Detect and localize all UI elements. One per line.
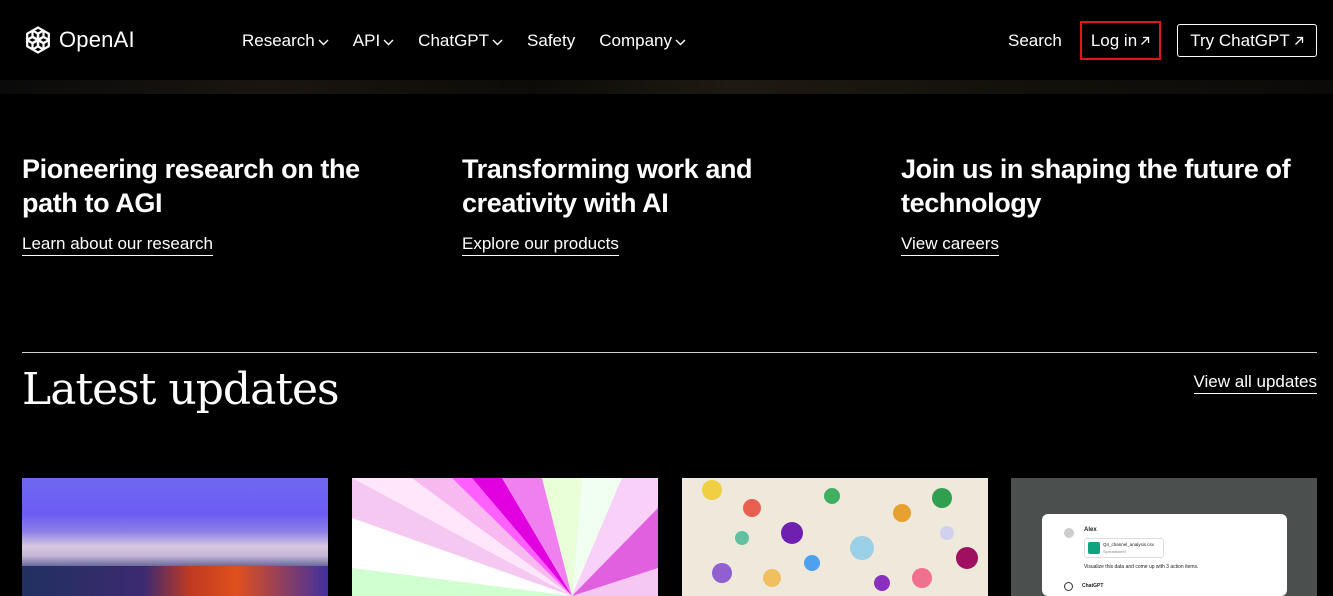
openai-logo[interactable]: OpenAI — [22, 24, 135, 56]
products-heading: Transforming work and creativity with AI — [462, 154, 753, 218]
hero-image-strip — [0, 80, 1333, 94]
nav-item-label: ChatGPT — [418, 31, 490, 50]
chevron-down-icon — [492, 39, 503, 45]
external-arrow-icon — [1141, 36, 1150, 45]
update-card-4[interactable]: Alex Q4_channel_analysis.csv Spreadsheet… — [1011, 478, 1317, 596]
nav-item-label: API — [352, 31, 381, 50]
paint-blobs-image — [682, 478, 988, 596]
file-type: Spreadsheet — [1103, 549, 1126, 554]
header: OpenAI Research API ChatGPT Safety Compa… — [0, 0, 1333, 82]
page: OpenAI Research API ChatGPT Safety Compa… — [0, 0, 1333, 596]
abstract-landscape-image — [22, 566, 328, 596]
chatgpt-screenshot-image: Alex Q4_channel_analysis.csv Spreadsheet… — [1042, 514, 1287, 596]
update-card-1[interactable] — [22, 478, 328, 596]
products-column: Transforming work and creativity with AI… — [462, 152, 862, 256]
try-chatgpt-button[interactable]: Try ChatGPT — [1177, 24, 1317, 57]
nav-item-company[interactable]: Company — [599, 28, 686, 54]
latest-updates-title: Latest updates — [22, 364, 340, 415]
search-link[interactable]: Search — [1008, 31, 1062, 51]
try-chatgpt-label: Try ChatGPT — [1190, 30, 1290, 50]
nav-item-label: Company — [599, 31, 672, 50]
chat-user-name: Alex — [1084, 527, 1097, 533]
chat-message: Visualize this data and come up with 3 a… — [1084, 564, 1199, 570]
main-nav: Research API ChatGPT Safety Company — [242, 28, 710, 54]
section-divider — [22, 352, 1317, 353]
spreadsheet-icon — [1088, 542, 1100, 554]
assistant-name: ChatGPT — [1082, 583, 1104, 589]
chatgpt-icon — [1064, 582, 1073, 591]
nav-item-research[interactable]: Research — [242, 28, 329, 54]
file-attachment: Q4_channel_analysis.csv Spreadsheet — [1084, 538, 1164, 558]
research-link[interactable]: Learn about our research — [22, 234, 213, 256]
avatar — [1064, 528, 1074, 538]
chevron-down-icon — [383, 39, 394, 45]
nav-item-label: Research — [242, 31, 315, 50]
openai-logo-icon — [26, 26, 50, 54]
file-name: Q4_channel_analysis.csv — [1103, 542, 1155, 547]
brand-name: OpenAI — [59, 27, 135, 52]
careers-column: Join us in shaping the future of technol… — [901, 152, 1301, 256]
update-card-2[interactable] — [352, 478, 658, 596]
external-arrow-icon — [1294, 36, 1303, 45]
pink-rays-image — [352, 478, 658, 596]
chevron-down-icon — [675, 39, 686, 45]
careers-link[interactable]: View careers — [901, 234, 999, 256]
products-link[interactable]: Explore our products — [462, 234, 619, 256]
nav-item-api[interactable]: API — [353, 28, 394, 54]
nav-item-label: Safety — [527, 31, 576, 50]
view-all-updates-link[interactable]: View all updates — [1193, 372, 1317, 394]
login-label: Log in — [1090, 30, 1138, 50]
update-card-3[interactable] — [682, 478, 988, 596]
research-column: Pioneering research on the path to AGI L… — [22, 152, 422, 256]
nav-item-chatgpt[interactable]: ChatGPT — [418, 28, 503, 54]
chevron-down-icon — [318, 39, 329, 45]
research-heading: Pioneering research on the path to AGI — [22, 154, 360, 218]
nav-item-safety[interactable]: Safety — [527, 28, 575, 54]
login-button[interactable]: Log in — [1080, 21, 1161, 60]
careers-heading: Join us in shaping the future of technol… — [901, 154, 1291, 218]
